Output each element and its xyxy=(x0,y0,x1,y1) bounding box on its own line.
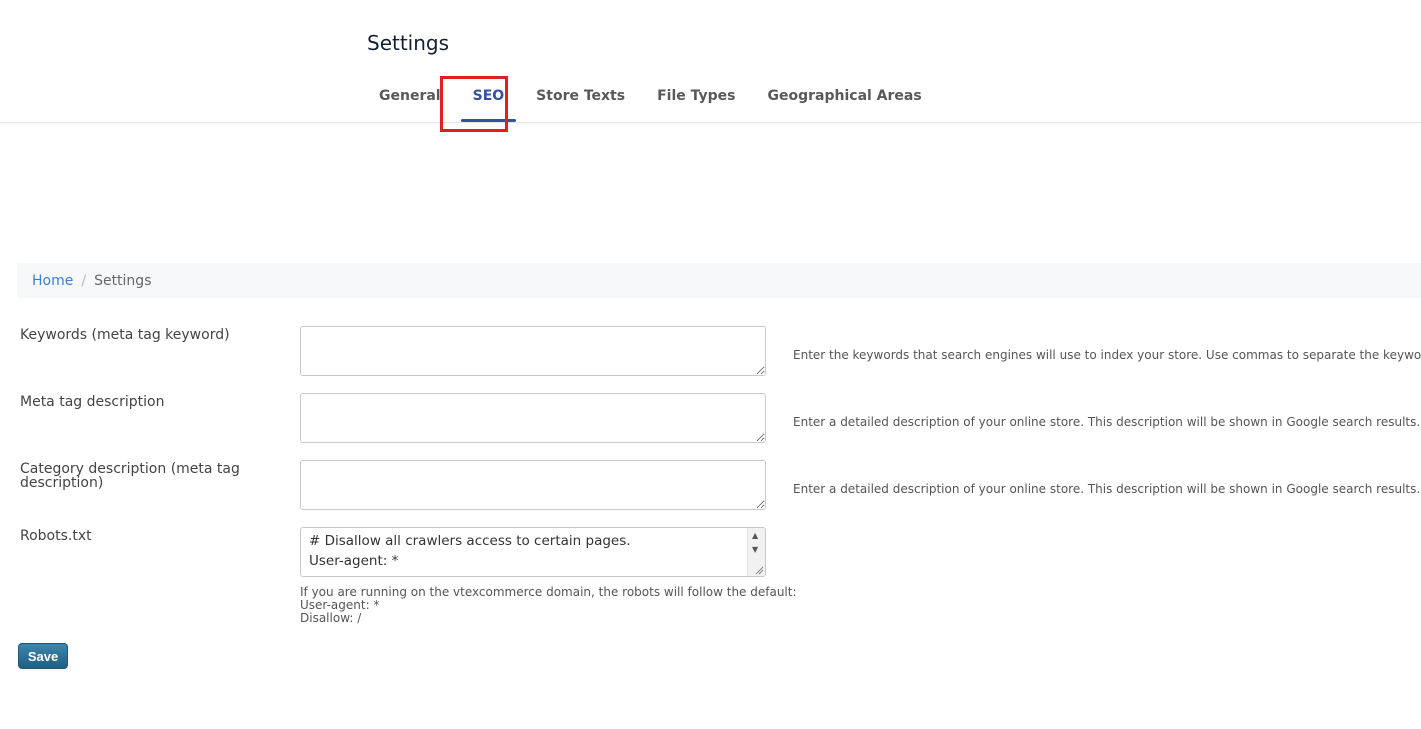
category-description-help: Enter a detailed description of your onl… xyxy=(793,482,1421,496)
meta-description-input[interactable] xyxy=(300,393,766,443)
keywords-input[interactable] xyxy=(300,326,766,376)
robots-line-1: # Disallow all crawlers access to certai… xyxy=(309,533,631,549)
meta-description-label: Meta tag description xyxy=(20,394,165,410)
breadcrumb-separator: / xyxy=(81,272,87,289)
breadcrumb-home-link[interactable]: Home xyxy=(32,273,73,289)
scroll-up-icon[interactable]: ▲ xyxy=(752,532,758,540)
tab-general[interactable]: General xyxy=(367,78,453,122)
breadcrumb: Home / Settings xyxy=(17,263,1421,298)
robots-textarea[interactable]: # Disallow all crawlers access to certai… xyxy=(300,527,766,577)
meta-description-help: Enter a detailed description of your onl… xyxy=(793,415,1421,429)
robots-label: Robots.txt xyxy=(20,528,92,544)
robots-note-line-2: User-agent: * xyxy=(300,598,380,612)
tab-geographical-areas[interactable]: Geographical Areas xyxy=(756,78,934,122)
keywords-help: Enter the keywords that search engines w… xyxy=(793,348,1421,362)
scroll-down-icon[interactable]: ▼ xyxy=(752,546,758,554)
category-description-input[interactable] xyxy=(300,460,766,510)
robots-note-line-3: Disallow: / xyxy=(300,611,362,625)
category-description-label: Category description (meta tag descripti… xyxy=(20,461,240,491)
robots-line-2: User-agent: * xyxy=(309,553,399,569)
page-title: Settings xyxy=(367,31,450,55)
tab-store-texts[interactable]: Store Texts xyxy=(524,78,637,122)
keywords-label: Keywords (meta tag keyword) xyxy=(20,327,230,343)
tab-file-types[interactable]: File Types xyxy=(645,78,747,122)
tab-seo[interactable]: SEO xyxy=(460,78,517,122)
save-button[interactable]: Save xyxy=(18,643,68,669)
robots-default-note: If you are running on the vtexcommerce d… xyxy=(300,586,797,625)
tab-bar: General SEO Store Texts File Types Geogr… xyxy=(367,78,934,122)
breadcrumb-current: Settings xyxy=(94,272,152,289)
top-header: Settings General SEO Store Texts File Ty… xyxy=(0,0,1421,123)
robots-scrollbar[interactable]: ▲ ▼ xyxy=(747,528,765,576)
